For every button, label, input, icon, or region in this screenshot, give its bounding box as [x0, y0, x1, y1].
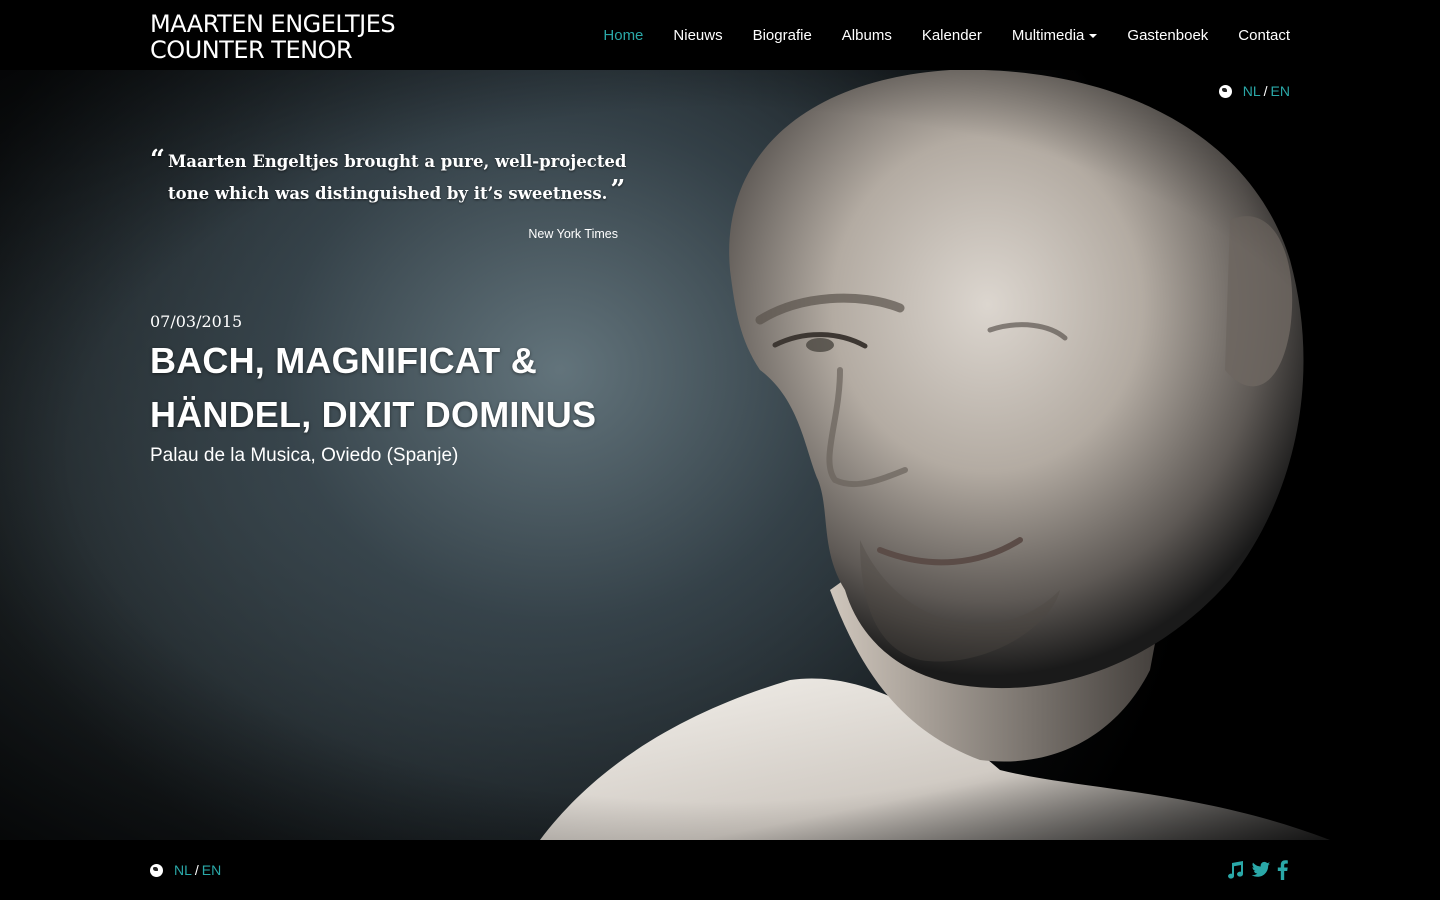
event-title-line1: BACH, MAGNIFICAT & [150, 340, 537, 381]
facebook-icon[interactable] [1277, 860, 1288, 880]
music-icon[interactable] [1225, 860, 1245, 880]
nav-item-multimedia-label: Multimedia [1011, 26, 1085, 44]
event-title-line2: HÄNDEL, DIXIT DOMINUS [150, 394, 597, 435]
quote-text: Maarten Engeltjes brought a pure, well-p… [150, 146, 630, 210]
language-switcher-bottom: NL / EN [150, 862, 221, 878]
nav-item-contact[interactable]: Contact [1238, 27, 1290, 44]
event-date: 07/03/2015 [150, 312, 243, 331]
social-links [1219, 860, 1288, 880]
site-logo[interactable]: MAARTEN ENGELTJES COUNTER TENOR [150, 10, 396, 64]
site-footer: NL / EN [0, 840, 1440, 900]
brand-subtitle: COUNTER TENOR [150, 36, 353, 64]
event-venue: Palau de la Musica, Oviedo (Spanje) [150, 445, 459, 466]
lang-en-link[interactable]: EN [1271, 83, 1290, 99]
press-quote: “ Maarten Engeltjes brought a pure, well… [150, 145, 630, 210]
quote-body: Maarten Engeltjes brought a pure, well-p… [168, 152, 627, 203]
main-nav: Home Nieuws Biografie Albums Kalender Mu… [573, 0, 1290, 70]
lang-nl-link[interactable]: NL [174, 862, 192, 878]
language-switcher-top: NL / EN [1218, 83, 1290, 99]
quote-close-mark: ” [610, 175, 626, 205]
caret-down-icon [1089, 34, 1098, 38]
nav-item-gastenboek[interactable]: Gastenboek [1127, 27, 1208, 44]
quote-open-mark: “ [150, 145, 165, 175]
site-header: MAARTEN ENGELTJES COUNTER TENOR Home Nie… [0, 0, 1440, 70]
nav-item-albums[interactable]: Albums [842, 27, 892, 44]
lang-en-link[interactable]: EN [202, 862, 221, 878]
twitter-icon[interactable] [1251, 861, 1271, 879]
brand-name: MAARTEN ENGELTJES [150, 10, 396, 38]
nav-item-biografie[interactable]: Biografie [753, 27, 812, 44]
hero-section: NL / EN “ Maarten Engeltjes brought a pu… [0, 70, 1440, 840]
lang-separator: / [194, 862, 199, 878]
globe-icon [150, 863, 163, 877]
quote-source: New York Times [528, 227, 618, 241]
nav-item-multimedia[interactable]: Multimedia [1012, 27, 1098, 44]
nav-item-home[interactable]: Home [603, 27, 643, 44]
lang-separator: / [1263, 83, 1268, 99]
lang-nl-link[interactable]: NL [1243, 83, 1261, 99]
event-title[interactable]: BACH, MAGNIFICAT & HÄNDEL, DIXIT DOMINUS [150, 334, 710, 442]
nav-item-kalender[interactable]: Kalender [922, 27, 982, 44]
nav-item-nieuws[interactable]: Nieuws [673, 27, 722, 44]
globe-icon [1218, 84, 1232, 98]
